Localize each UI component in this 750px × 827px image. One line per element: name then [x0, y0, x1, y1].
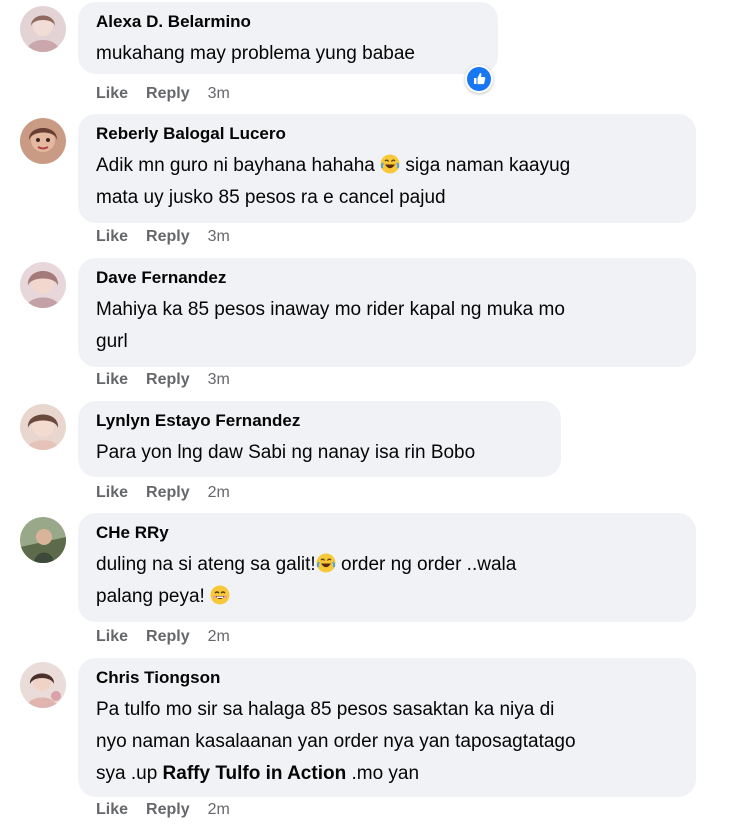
comment-text-part: .mo yan	[346, 763, 420, 784]
like-link[interactable]: Like	[96, 484, 128, 502]
mention-link[interactable]: Raffy Tulfo in Action	[163, 763, 347, 784]
timestamp[interactable]: 2m	[208, 801, 230, 819]
reply-link[interactable]: Reply	[146, 801, 190, 819]
comment-bubble: Chris Tiongson Pa tulfo mo sir sa halaga…	[78, 658, 696, 797]
reply-link[interactable]: Reply	[146, 484, 190, 502]
timestamp[interactable]: 2m	[208, 628, 230, 646]
comment-bubble: Reberly Balogal Lucero Adik mn guro ni b…	[78, 114, 696, 223]
avatar[interactable]	[20, 662, 66, 708]
comment-text-part: palang peya!	[96, 586, 211, 607]
comment-actions: Like Reply 3m	[96, 228, 248, 246]
like-link[interactable]: Like	[96, 371, 128, 389]
commenter-name[interactable]: CHe RRy	[96, 522, 678, 544]
comment-text-part: order ng order ..wala	[335, 554, 517, 575]
commenter-name[interactable]: Reberly Balogal Lucero	[96, 123, 678, 145]
comment-bubble: Alexa D. Belarmino mukahang may problema…	[78, 2, 498, 74]
timestamp[interactable]: 3m	[208, 85, 230, 103]
timestamp[interactable]: 2m	[208, 484, 230, 502]
comment-text: Para yon lng daw Sabi ng nanay isa rin B…	[96, 442, 476, 463]
like-link[interactable]: Like	[96, 85, 128, 103]
comment-actions: Like Reply 3m	[96, 85, 248, 103]
laughing-crying-emoji	[316, 553, 336, 573]
comment-bubble: Lynlyn Estayo Fernandez Para yon lng daw…	[78, 401, 561, 477]
comment-text: Pa tulfo mo sir sa halaga 85 pesos sasak…	[96, 694, 678, 790]
comment-text-part: Adik mn guro ni bayhana hahaha	[96, 155, 381, 176]
reply-link[interactable]: Reply	[146, 371, 190, 389]
avatar[interactable]	[20, 118, 66, 164]
comment-text: Adik mn guro ni bayhana hahaha siga nama…	[96, 150, 678, 214]
comment-text: duling na si ateng sa galit! order ng or…	[96, 549, 678, 613]
comment-actions: Like Reply 2m	[96, 484, 248, 502]
timestamp[interactable]: 3m	[208, 371, 230, 389]
reply-link[interactable]: Reply	[146, 85, 190, 103]
thumbs-up-icon	[467, 67, 491, 91]
comment-text: mukahang may problema yung babae	[96, 43, 415, 64]
comment-text: Mahiya ka 85 pesos inaway mo rider kapal…	[96, 294, 678, 358]
reply-link[interactable]: Reply	[146, 228, 190, 246]
comment-text-part: duling na si ateng sa galit!	[96, 554, 316, 575]
commenter-name[interactable]: Alexa D. Belarmino	[96, 11, 480, 33]
reply-link[interactable]: Reply	[146, 628, 190, 646]
avatar[interactable]	[20, 517, 66, 563]
commenter-name[interactable]: Lynlyn Estayo Fernandez	[96, 410, 543, 432]
smiling-emoji	[210, 585, 230, 605]
laughing-crying-emoji	[380, 154, 400, 174]
like-link[interactable]: Like	[96, 228, 128, 246]
reaction-badge[interactable]	[465, 65, 493, 93]
commenter-name[interactable]: Chris Tiongson	[96, 667, 678, 689]
comment-text-part: sya .up	[96, 763, 163, 784]
comment-text-part: siga naman kaayug	[400, 155, 571, 176]
comment-bubble: CHe RRy duling na si ateng sa galit! ord…	[78, 513, 696, 622]
like-link[interactable]: Like	[96, 628, 128, 646]
comment-actions: Like Reply 2m	[96, 628, 248, 646]
comment-actions: Like Reply 3m	[96, 371, 248, 389]
commenter-name[interactable]: Dave Fernandez	[96, 267, 678, 289]
comment-bubble: Dave Fernandez Mahiya ka 85 pesos inaway…	[78, 258, 696, 367]
avatar[interactable]	[20, 404, 66, 450]
comment-actions: Like Reply 2m	[96, 801, 248, 819]
avatar[interactable]	[20, 262, 66, 308]
comment-text-part: Mahiya ka 85 pesos inaway mo rider kapal…	[96, 299, 565, 320]
like-link[interactable]: Like	[96, 801, 128, 819]
comment-text-part: gurl	[96, 331, 128, 352]
timestamp[interactable]: 3m	[208, 228, 230, 246]
comment-text-part: mata uy jusko 85 pesos ra e cancel pajud	[96, 187, 446, 208]
comment-text-part: Pa tulfo mo sir sa halaga 85 pesos sasak…	[96, 699, 555, 720]
comment-text-part: nyo naman kasalaanan yan order nya yan t…	[96, 731, 576, 752]
avatar[interactable]	[20, 6, 66, 52]
